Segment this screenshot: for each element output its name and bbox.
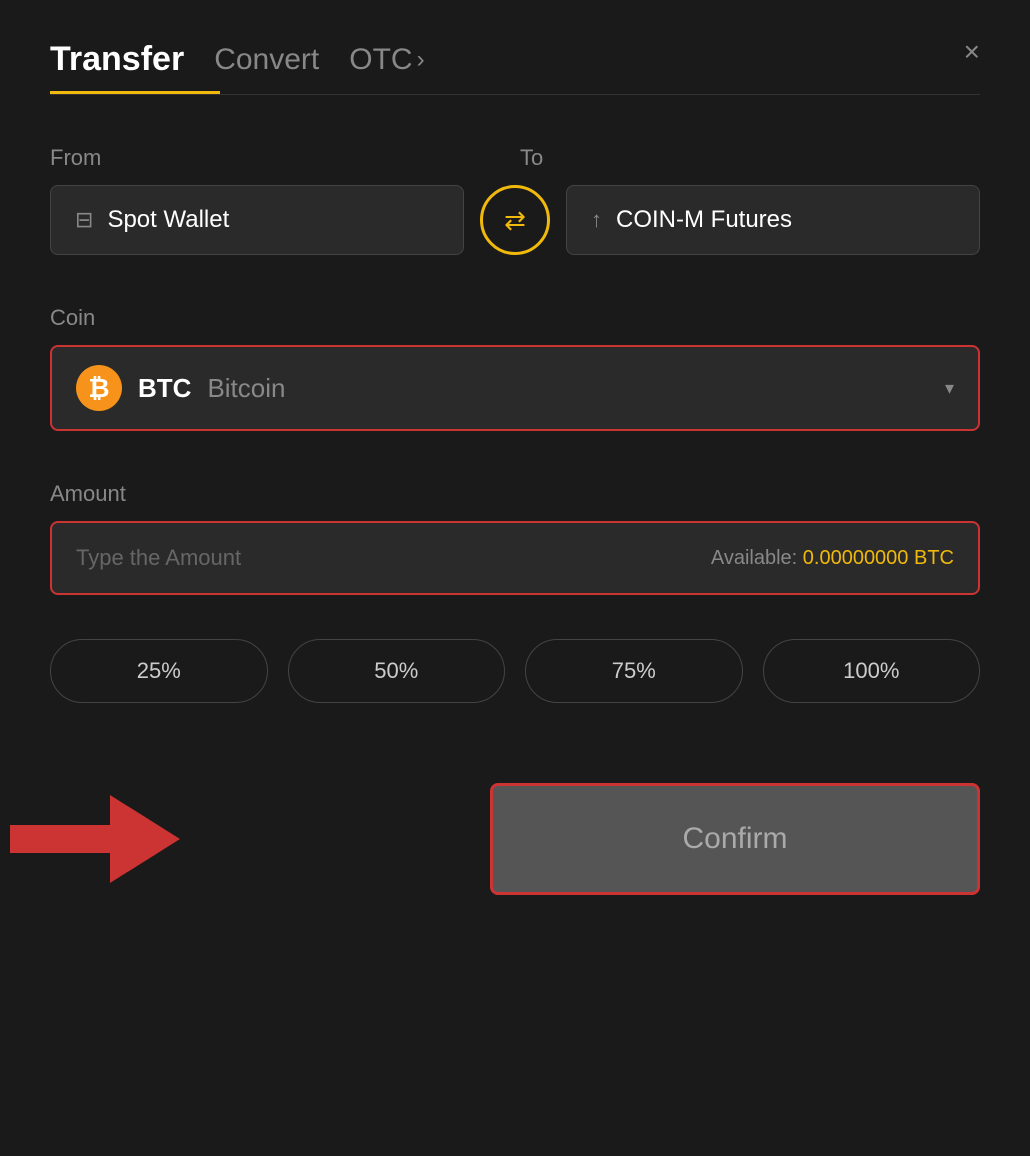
tab-convert[interactable]: Convert	[214, 43, 319, 77]
percent-100-button[interactable]: 100%	[763, 639, 981, 703]
coin-fullname: Bitcoin	[207, 373, 285, 404]
amount-input-wrapper[interactable]: Type the Amount Available: 0.00000000 BT…	[50, 521, 980, 595]
btc-icon: ₿	[76, 365, 122, 411]
to-label: To	[510, 145, 980, 171]
coin-section: Coin ₿ BTC Bitcoin ▾	[50, 305, 980, 431]
from-to-selectors: ⊟ Spot Wallet ⇄ ↑ COIN-M Futures	[50, 185, 980, 255]
swap-button[interactable]: ⇄	[480, 185, 550, 255]
confirm-section: Confirm	[50, 783, 980, 895]
from-to-labels: From To	[50, 145, 980, 171]
modal-header: Transfer Convert OTC › ×	[50, 40, 980, 79]
amount-placeholder: Type the Amount	[76, 545, 241, 571]
header-divider	[50, 94, 980, 95]
otc-chevron-icon: ›	[417, 46, 425, 74]
close-button[interactable]: ×	[964, 38, 980, 66]
coin-label: Coin	[50, 305, 980, 331]
amount-section: Amount Type the Amount Available: 0.0000…	[50, 481, 980, 595]
available-value: 0.00000000 BTC	[803, 547, 954, 569]
transfer-modal: Transfer Convert OTC › × From To ⊟ Spot …	[0, 0, 1030, 1156]
coin-symbol: BTC	[138, 373, 191, 404]
to-wallet-name: COIN-M Futures	[616, 206, 792, 234]
coin-selector[interactable]: ₿ BTC Bitcoin ▾	[50, 345, 980, 431]
from-wallet-name: Spot Wallet	[107, 206, 229, 234]
chevron-down-icon: ▾	[945, 378, 954, 399]
tab-otc[interactable]: OTC ›	[349, 43, 424, 77]
to-wallet-selector[interactable]: ↑ COIN-M Futures	[566, 185, 980, 255]
amount-label: Amount	[50, 481, 980, 507]
arrow-indicator	[110, 795, 180, 883]
percent-25-button[interactable]: 25%	[50, 639, 268, 703]
tab-transfer[interactable]: Transfer	[50, 40, 184, 79]
wallet-icon: ⊟	[75, 207, 93, 233]
percent-75-button[interactable]: 75%	[525, 639, 743, 703]
from-to-section: From To ⊟ Spot Wallet ⇄ ↑ COIN-M Futures	[50, 145, 980, 255]
from-wallet-selector[interactable]: ⊟ Spot Wallet	[50, 185, 464, 255]
available-text: Available: 0.00000000 BTC	[711, 547, 954, 570]
futures-icon: ↑	[591, 207, 602, 233]
swap-icon: ⇄	[504, 205, 526, 236]
from-label: From	[50, 145, 510, 171]
confirm-button[interactable]: Confirm	[490, 783, 980, 895]
percent-50-button[interactable]: 50%	[288, 639, 506, 703]
red-arrow-icon	[110, 795, 180, 883]
percent-buttons: 25% 50% 75% 100%	[50, 639, 980, 703]
